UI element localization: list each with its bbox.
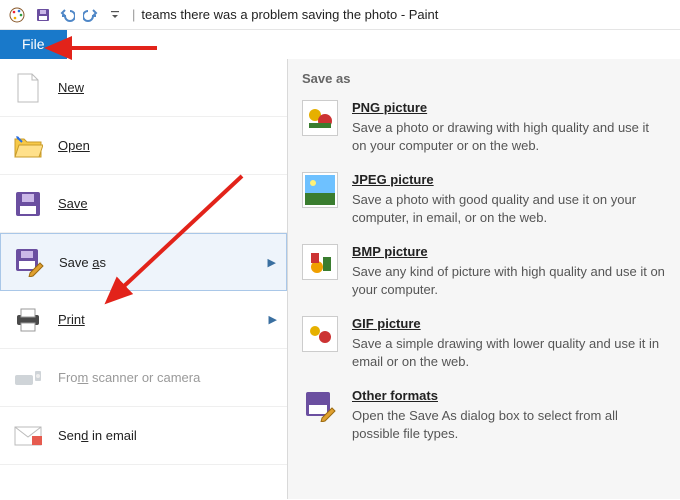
file-menu-left: New Open Save Save as ▶ Print	[0, 59, 288, 499]
menu-item-print[interactable]: Print ▶	[0, 291, 287, 349]
other-formats-icon	[302, 388, 338, 424]
format-item-other[interactable]: Other formats Open the Save As dialog bo…	[302, 388, 666, 442]
title-separator: |	[132, 7, 135, 22]
format-title: JPEG picture	[352, 172, 666, 187]
gif-icon	[302, 316, 338, 352]
format-desc: Save a photo with good quality and use i…	[352, 191, 666, 226]
titlebar: | teams there was a problem saving the p…	[0, 0, 680, 30]
file-menu: New Open Save Save as ▶ Print	[0, 59, 680, 499]
menu-label-send-email: Send in email	[58, 428, 137, 443]
save-as-header: Save as	[302, 71, 666, 86]
save-as-icon	[13, 246, 45, 278]
print-icon	[12, 304, 44, 336]
scanner-icon	[12, 362, 44, 394]
png-icon	[302, 100, 338, 136]
menu-label-open: Open	[58, 138, 90, 153]
format-item-bmp[interactable]: BMP picture Save any kind of picture wit…	[302, 244, 666, 298]
menu-item-save[interactable]: Save	[0, 175, 287, 233]
menu-item-save-as[interactable]: Save as ▶	[0, 233, 287, 291]
chevron-right-icon: ▶	[268, 256, 276, 269]
menu-label-save-as: Save as	[59, 255, 106, 270]
format-desc: Open the Save As dialog box to select fr…	[352, 407, 666, 442]
bmp-icon	[302, 244, 338, 280]
qat-customize-dropdown[interactable]	[104, 4, 126, 26]
format-title: GIF picture	[352, 316, 666, 331]
qat-save-icon[interactable]	[32, 4, 54, 26]
format-item-png[interactable]: PNG picture Save a photo or drawing with…	[302, 100, 666, 154]
menu-label-save: Save	[58, 196, 88, 211]
menu-item-new[interactable]: New	[0, 59, 287, 117]
qat-undo-icon[interactable]	[56, 4, 78, 26]
window-title: teams there was a problem saving the pho…	[141, 7, 438, 22]
save-as-submenu: Save as PNG picture Save a photo or draw…	[288, 59, 680, 499]
menu-label-new: New	[58, 80, 84, 95]
format-desc: Save any kind of picture with high quali…	[352, 263, 666, 298]
menu-label-print: Print	[58, 312, 85, 327]
format-item-gif[interactable]: GIF picture Save a simple drawing with l…	[302, 316, 666, 370]
format-title: BMP picture	[352, 244, 666, 259]
menu-item-scanner: From scanner or camera	[0, 349, 287, 407]
format-item-jpeg[interactable]: JPEG picture Save a photo with good qual…	[302, 172, 666, 226]
file-tab[interactable]: File	[0, 30, 67, 59]
new-file-icon	[12, 72, 44, 104]
email-icon	[12, 420, 44, 452]
format-desc: Save a simple drawing with lower quality…	[352, 335, 666, 370]
save-disk-icon	[12, 188, 44, 220]
format-title: Other formats	[352, 388, 666, 403]
menu-item-send-email[interactable]: Send in email	[0, 407, 287, 465]
menu-item-open[interactable]: Open	[0, 117, 287, 175]
quick-access-toolbar	[32, 4, 126, 26]
jpeg-icon	[302, 172, 338, 208]
open-folder-icon	[12, 130, 44, 162]
format-desc: Save a photo or drawing with high qualit…	[352, 119, 666, 154]
ribbon-tabs: File	[0, 30, 680, 59]
menu-label-scanner: From scanner or camera	[58, 370, 200, 385]
qat-redo-icon[interactable]	[80, 4, 102, 26]
paint-app-icon	[6, 4, 28, 26]
format-title: PNG picture	[352, 100, 666, 115]
chevron-right-icon: ▶	[269, 313, 277, 326]
